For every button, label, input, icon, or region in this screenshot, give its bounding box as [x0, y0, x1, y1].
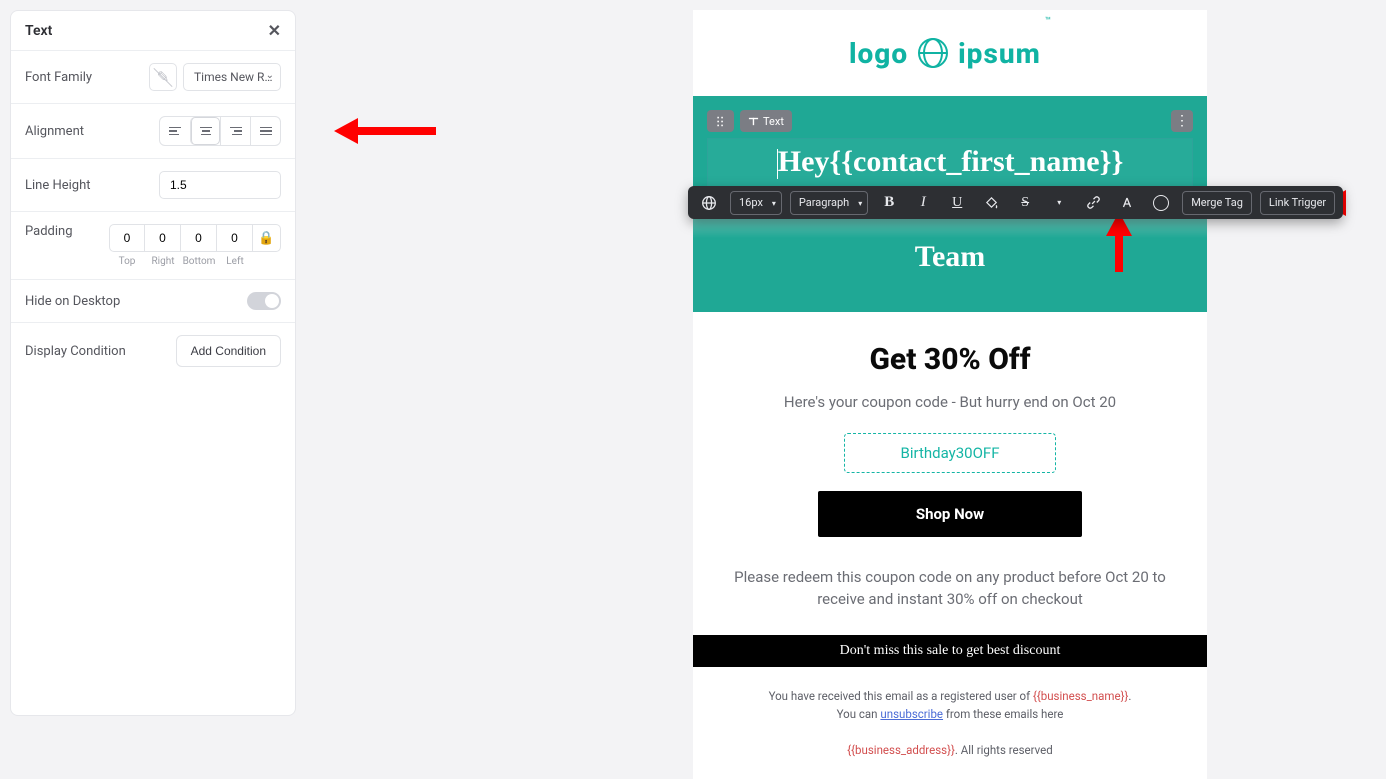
- email-canvas[interactable]: logo ipsum ™ Text ⋮ Hey{{contact_first_n…: [693, 10, 1207, 779]
- footer-business-tag: {{business_name}}: [1033, 689, 1128, 703]
- footer-line2a: You can: [837, 707, 881, 721]
- block-type-tag[interactable]: Text: [740, 110, 792, 132]
- padding-label: Padding: [25, 224, 73, 239]
- font-reset-icon[interactable]: ✎: [149, 63, 177, 91]
- logo-text-left: logo: [849, 37, 908, 70]
- paragraph-select[interactable]: Paragraph▾: [790, 191, 868, 215]
- strikethrough-icon[interactable]: S: [1012, 190, 1038, 216]
- footer-line2b: from these emails here: [943, 707, 1063, 721]
- panel-title: Text: [25, 23, 52, 39]
- footer-line1a: You have received this email as a regist…: [769, 689, 1033, 703]
- font-size-select[interactable]: 16px▾: [730, 191, 782, 215]
- padding-top-input[interactable]: [109, 224, 145, 252]
- black-banner[interactable]: Don't miss this sale to get best discoun…: [693, 635, 1207, 667]
- globe-icon: [918, 38, 948, 68]
- align-right-button[interactable]: [220, 117, 250, 145]
- footer-address-tag: {{business_address}}: [847, 743, 955, 757]
- padding-lock-icon[interactable]: 🔒: [253, 224, 281, 252]
- promo-subtitle[interactable]: Here's your coupon code - But hurry end …: [733, 393, 1167, 411]
- add-condition-button[interactable]: Add Condition: [176, 335, 281, 367]
- footer-line1c: .: [1128, 689, 1131, 703]
- hide-desktop-toggle[interactable]: [247, 292, 281, 310]
- chevron-down-icon: ▾: [772, 199, 776, 208]
- redeem-text[interactable]: Please redeem this coupon code on any pr…: [733, 567, 1167, 611]
- underline-icon[interactable]: U: [944, 190, 970, 216]
- hide-desktop-label: Hide on Desktop: [25, 294, 120, 309]
- chevron-down-icon: ▾: [858, 199, 862, 208]
- footer-rights: . All rights reserved: [955, 743, 1053, 757]
- padding-right-caption: Right: [145, 256, 181, 267]
- bold-icon[interactable]: B: [876, 190, 902, 216]
- annotation-arrow-up: [1106, 212, 1132, 272]
- padding-top-caption: Top: [109, 256, 145, 267]
- unsubscribe-link[interactable]: unsubscribe: [880, 707, 943, 721]
- chevron-down-icon: ⌄: [266, 70, 274, 81]
- drag-handle-icon[interactable]: [707, 110, 734, 132]
- link-trigger-button[interactable]: Link Trigger: [1260, 191, 1335, 215]
- alignment-label: Alignment: [25, 124, 84, 139]
- chevron-down-icon[interactable]: ▾: [1046, 190, 1072, 216]
- padding-left-caption: Left: [217, 256, 281, 267]
- promo-title[interactable]: Get 30% Off: [733, 342, 1167, 377]
- font-family-select[interactable]: Times New R… ⌄: [183, 63, 281, 91]
- close-icon[interactable]: ✕: [268, 21, 281, 40]
- padding-left-input[interactable]: [217, 224, 253, 252]
- trademark-icon: ™: [1045, 16, 1051, 27]
- logo-block[interactable]: logo ipsum ™: [693, 10, 1207, 96]
- highlight-color-icon[interactable]: [1148, 190, 1174, 216]
- globe-icon[interactable]: [696, 190, 722, 216]
- font-family-label: Font Family: [25, 70, 92, 85]
- shop-now-button[interactable]: Shop Now: [818, 491, 1082, 537]
- coupon-code[interactable]: Birthday30OFF: [844, 433, 1057, 473]
- padding-bottom-input[interactable]: [181, 224, 217, 252]
- text-properties-panel: Text ✕ Font Family ✎ Times New R… ⌄ Alig…: [10, 10, 296, 716]
- block-menu-icon[interactable]: ⋮: [1171, 110, 1193, 132]
- annotation-arrow-left: [334, 118, 436, 144]
- hero-text-editable[interactable]: Hey{{contact_first_name}}: [707, 138, 1193, 188]
- paint-bucket-icon[interactable]: [978, 190, 1004, 216]
- display-condition-label: Display Condition: [25, 344, 126, 359]
- padding-bottom-caption: Bottom: [181, 256, 217, 267]
- padding-right-input[interactable]: [145, 224, 181, 252]
- link-icon[interactable]: [1080, 190, 1106, 216]
- email-footer[interactable]: You have received this email as a regist…: [693, 667, 1207, 779]
- italic-icon[interactable]: I: [910, 190, 936, 216]
- align-center-button[interactable]: [190, 117, 220, 145]
- rich-text-toolbar: 16px▾ Paragraph▾ B I U S ▾ Merge Tag Lin…: [688, 186, 1343, 219]
- align-justify-button[interactable]: [250, 117, 280, 145]
- logo-text-right: ipsum: [958, 37, 1041, 70]
- line-height-input[interactable]: [159, 171, 281, 199]
- merge-tag-button[interactable]: Merge Tag: [1182, 191, 1252, 215]
- line-height-label: Line Height: [25, 178, 91, 193]
- align-left-button[interactable]: [160, 117, 190, 145]
- text-color-icon[interactable]: [1114, 190, 1140, 216]
- alignment-group: [159, 116, 281, 146]
